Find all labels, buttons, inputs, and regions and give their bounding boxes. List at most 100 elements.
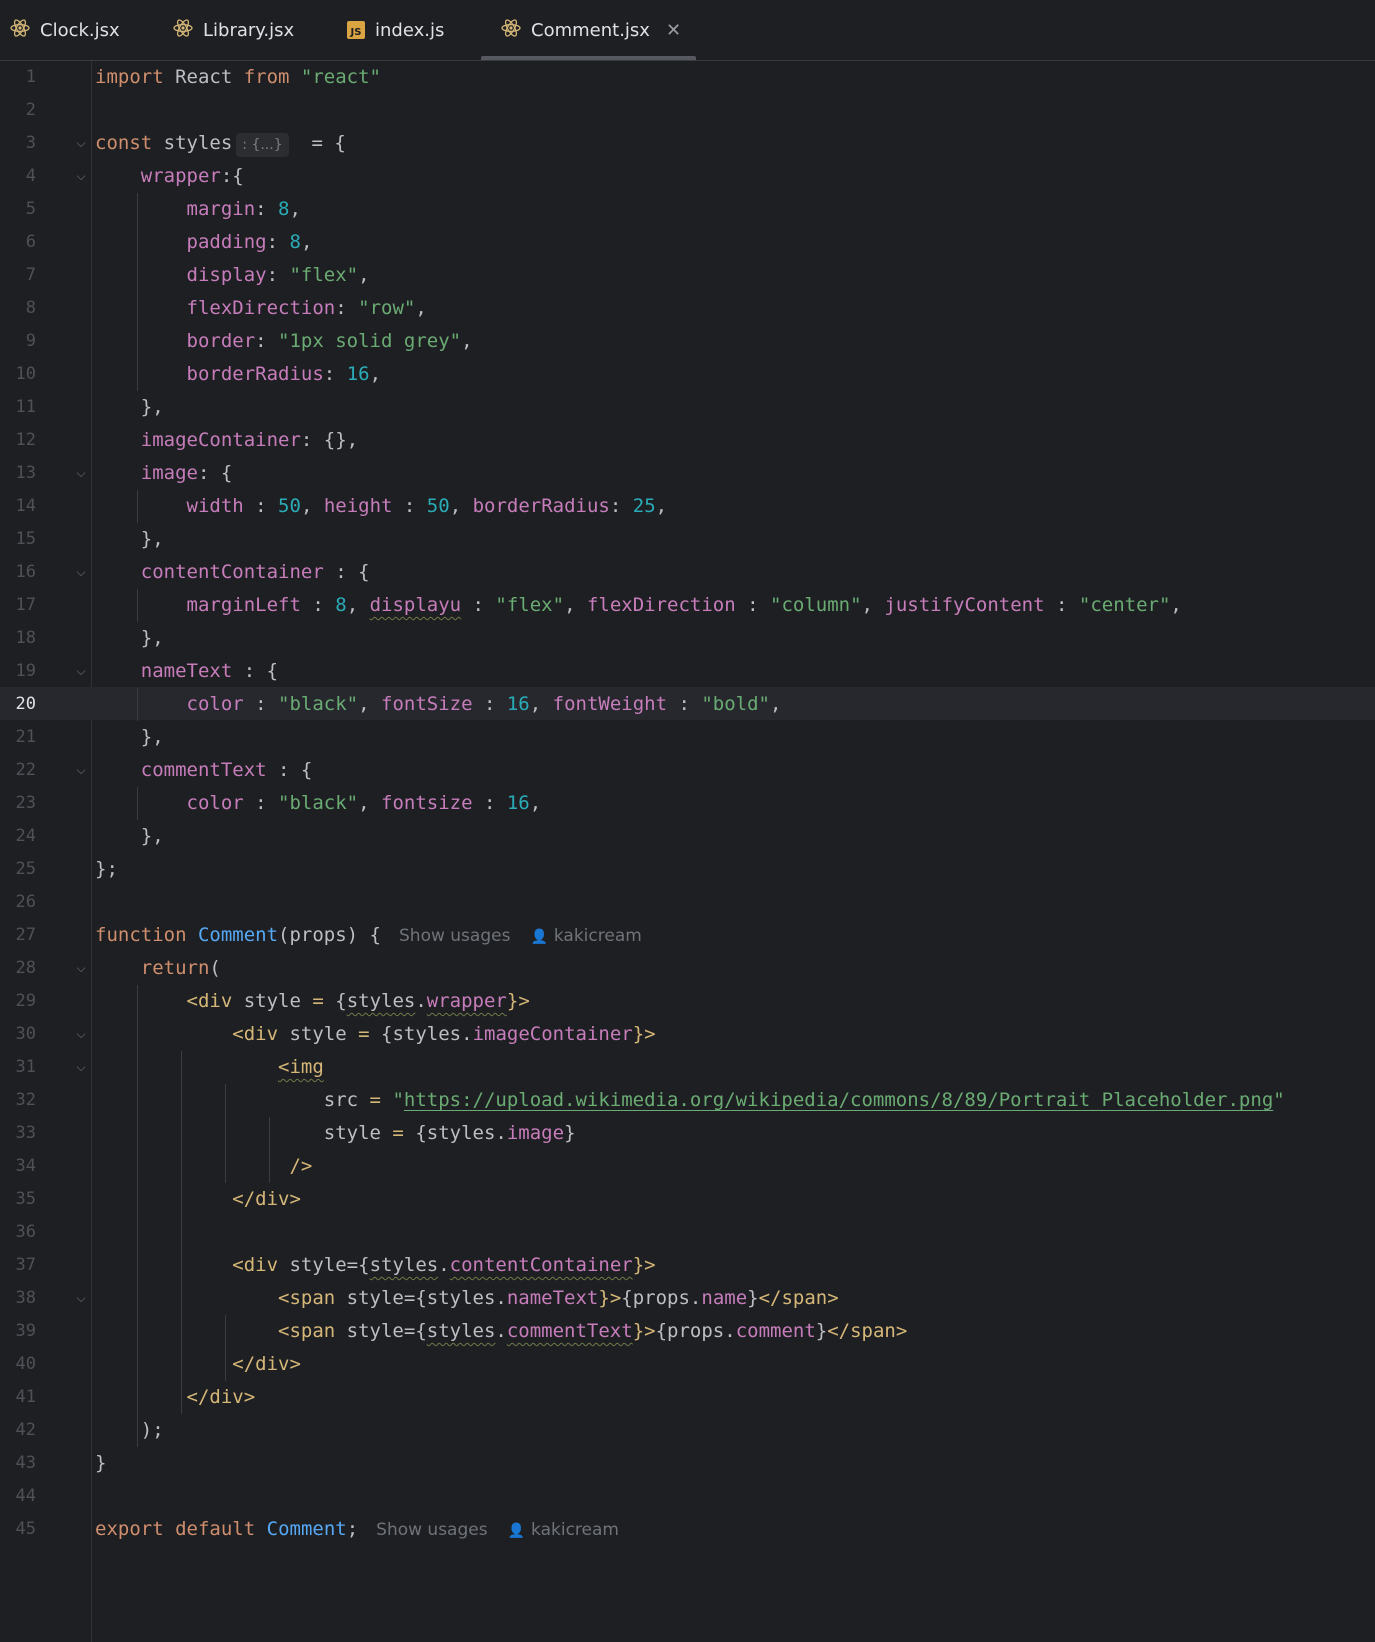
line-number: 6 (25, 232, 36, 252)
user-icon: 👤 (530, 929, 548, 945)
code-line-24[interactable]: }, (95, 820, 1375, 853)
code-line-13[interactable]: image: { (95, 457, 1375, 490)
line-number-current: 20 (15, 694, 36, 714)
line-number: 23 (15, 793, 36, 813)
fold-chevron-icon[interactable]: ⌵ (74, 1282, 88, 1315)
tab-label: index.js (375, 19, 445, 41)
code-line-11[interactable]: }, (95, 391, 1375, 424)
fold-chevron-icon[interactable]: ⌵ (74, 754, 88, 787)
code-line-34[interactable]: /> (95, 1150, 1375, 1183)
code-line-40[interactable]: </div> (95, 1348, 1375, 1381)
code-line-27[interactable]: function Comment(props) {Show usages 👤 kak… (95, 919, 1375, 952)
line-number: 34 (15, 1156, 36, 1176)
fold-chevron-icon[interactable]: ⌵ (74, 655, 88, 688)
line-number: 44 (15, 1486, 36, 1506)
line-number: 13 (15, 463, 36, 483)
code-line-33[interactable]: style = {styles.image} (95, 1117, 1375, 1150)
user-icon: 👤 (507, 1523, 526, 1539)
code-line-38[interactable]: <span style={styles.nameText}>{props.nam… (95, 1282, 1375, 1315)
line-number: 41 (15, 1387, 36, 1407)
code-line-1[interactable]: import React from "react" (95, 61, 1375, 94)
fold-chevron-icon[interactable]: ⌵ (74, 1051, 88, 1084)
close-icon[interactable]: ✕ (666, 20, 681, 41)
fold-chevron-icon[interactable]: ⌵ (74, 127, 88, 160)
show-usages-link[interactable]: Show usages (399, 926, 510, 946)
code-line-32[interactable]: src = "https://upload.wikimedia.org/wiki… (95, 1084, 1375, 1117)
line-number: 4 (25, 166, 36, 186)
tab-clock-jsx[interactable]: Clock.jsx (10, 0, 120, 60)
line-number: 43 (15, 1453, 36, 1473)
fold-chevron-icon[interactable]: ⌵ (74, 952, 88, 985)
code-line-17[interactable]: marginLeft : 8, displayu : "flex", flexD… (95, 589, 1375, 622)
line-number: 18 (15, 628, 36, 648)
code-line-22[interactable]: commentText : { (95, 754, 1375, 787)
code-line-31[interactable]: <img (95, 1051, 1375, 1084)
code-line-20[interactable]: color : "black", fontSize : 16, fontWeig… (95, 688, 1375, 721)
code-line-14[interactable]: width : 50, height : 50, borderRadius: 2… (95, 490, 1375, 523)
code-line-23[interactable]: color : "black", fontsize : 16, (95, 787, 1375, 820)
line-number: 33 (15, 1123, 36, 1143)
code-line-5[interactable]: margin: 8, (95, 193, 1375, 226)
code-line-41[interactable]: </div> (95, 1381, 1375, 1414)
fold-chevron-icon[interactable]: ⌵ (74, 160, 88, 193)
line-number: 17 (15, 595, 36, 615)
fold-chevron-icon[interactable]: ⌵ (74, 556, 88, 589)
line-number: 36 (15, 1222, 36, 1242)
tab-comment-jsx[interactable]: Comment.jsx ✕ (481, 0, 697, 60)
code-line-4[interactable]: wrapper:{ (95, 160, 1375, 193)
code-line-45[interactable]: export default Comment; Show usages 👤 kakic… (95, 1513, 1375, 1546)
line-number: 12 (15, 430, 36, 450)
code-line-29[interactable]: <div style = {styles.wrapper}> (95, 985, 1375, 1018)
code-line-37[interactable]: <div style={styles.contentContainer}> (95, 1249, 1375, 1282)
line-number: 14 (15, 496, 36, 516)
code-lens: Show usages 👤 kakicream (376, 1520, 619, 1540)
code-line-18[interactable]: }, (95, 622, 1375, 655)
fold-chevron-icon[interactable]: ⌵ (74, 457, 88, 490)
line-number: 9 (25, 331, 36, 351)
code-lens: Show usages 👤 kakicream (399, 926, 642, 946)
code-line-25[interactable]: }; (95, 853, 1375, 886)
line-number: 5 (25, 199, 36, 219)
tab-library-jsx[interactable]: Library.jsx (173, 0, 294, 60)
show-usages-link[interactable]: Show usages (376, 1520, 487, 1540)
code-line-10[interactable]: borderRadius: 16, (95, 358, 1375, 391)
code-line-28[interactable]: return( (95, 952, 1375, 985)
code-line-16[interactable]: contentContainer : { (95, 556, 1375, 589)
code-line-8[interactable]: flexDirection: "row", (95, 292, 1375, 325)
line-number: 29 (15, 991, 36, 1011)
line-number: 16 (15, 562, 36, 582)
author-label[interactable]: kakicream (554, 926, 642, 946)
line-number: 8 (25, 298, 36, 318)
line-number: 28 (15, 958, 36, 978)
line-number: 40 (15, 1354, 36, 1374)
author-label[interactable]: kakicream (531, 1520, 619, 1540)
react-icon (173, 18, 193, 43)
code-line-42[interactable]: ); (95, 1414, 1375, 1447)
code-line-43[interactable]: } (95, 1447, 1375, 1480)
code-line-35[interactable]: </div> (95, 1183, 1375, 1216)
line-number: 42 (15, 1420, 36, 1440)
line-number: 27 (15, 925, 36, 945)
code-line-7[interactable]: display: "flex", (95, 259, 1375, 292)
code-line-21[interactable]: }, (95, 721, 1375, 754)
line-number: 10 (15, 364, 36, 384)
code-line-19[interactable]: nameText : { (95, 655, 1375, 688)
code-editor[interactable]: 1 2 3 4 5 6 7 8 9 10 11 12 13 14 15 16 1… (0, 61, 1375, 1642)
code-line-3[interactable]: const styles: {...} = { (95, 127, 1375, 160)
line-number: 7 (25, 265, 36, 285)
fold-chevron-icon[interactable]: ⌵ (74, 1018, 88, 1051)
line-number: 22 (15, 760, 36, 780)
type-inlay-hint[interactable]: : {...} (236, 133, 289, 157)
line-number: 15 (15, 529, 36, 549)
code-line-39[interactable]: <span style={styles.commentText}>{props.… (95, 1315, 1375, 1348)
tab-index-js[interactable]: JS index.js (347, 0, 444, 60)
code-line-6[interactable]: padding: 8, (95, 226, 1375, 259)
code-line-30[interactable]: <div style = {styles.imageContainer}> (95, 1018, 1375, 1051)
line-number: 31 (15, 1057, 36, 1077)
line-number: 38 (15, 1288, 36, 1308)
code-line-9[interactable]: border: "1px solid grey", (95, 325, 1375, 358)
code-line-15[interactable]: }, (95, 523, 1375, 556)
code-line-12[interactable]: imageContainer: {}, (95, 424, 1375, 457)
line-number: 26 (15, 892, 36, 912)
url-link[interactable]: https://upload.wikimedia.org/wikipedia/c… (404, 1089, 1273, 1111)
